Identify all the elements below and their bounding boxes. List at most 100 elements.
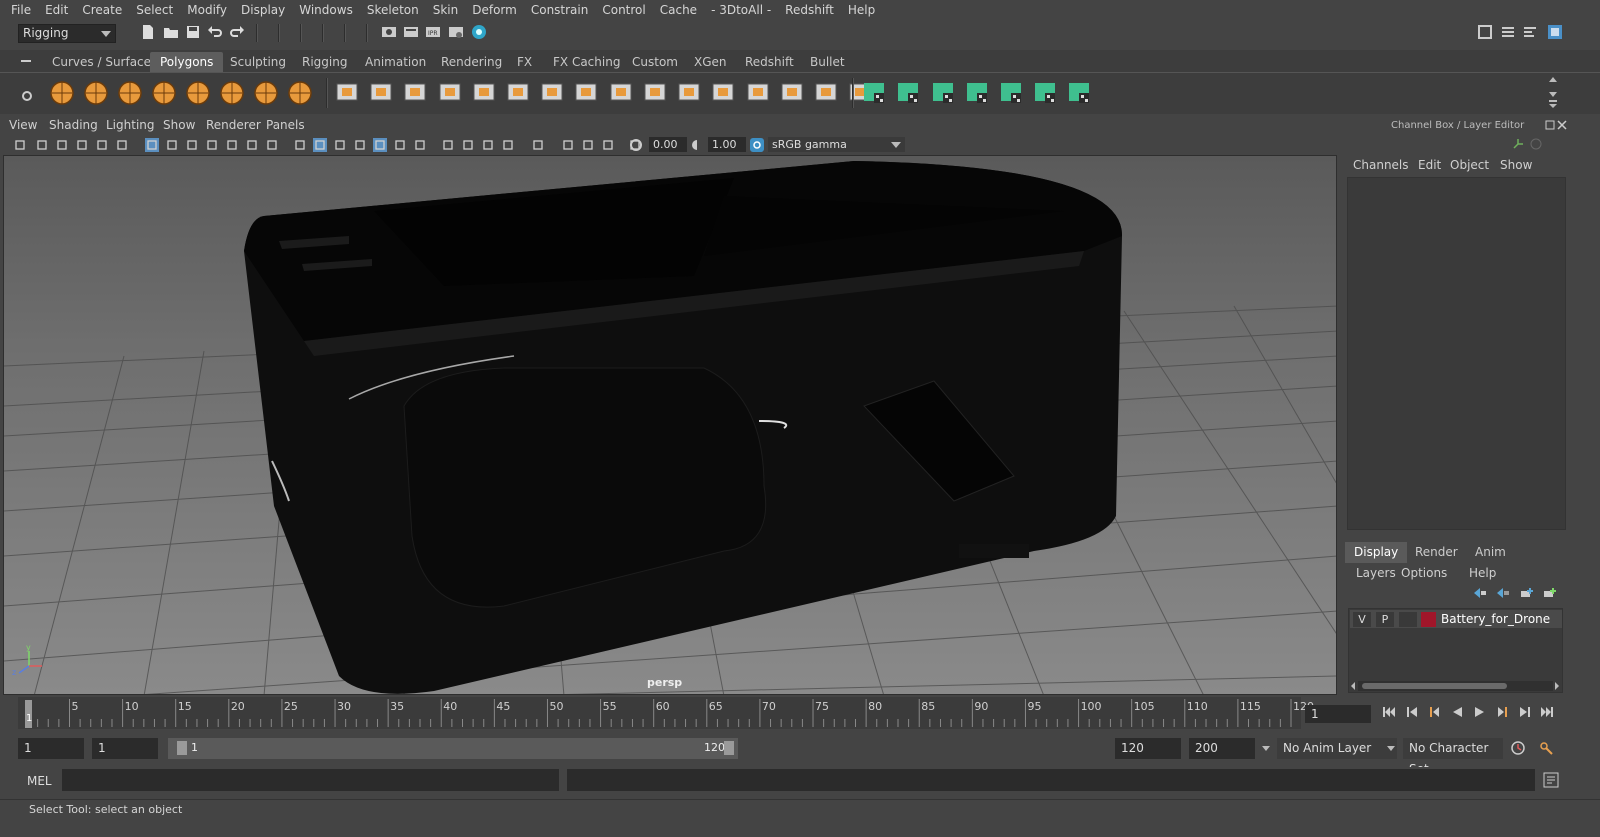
layer-horizontal-scrollbar[interactable] xyxy=(1358,681,1553,691)
modeling-toolkit-icon[interactable] xyxy=(1477,24,1493,40)
uv-cylindrical-icon[interactable] xyxy=(894,78,922,106)
viewport-menu-lighting[interactable]: Lighting xyxy=(106,118,155,132)
reduce-icon[interactable] xyxy=(470,78,498,106)
anti-aliasing-icon[interactable] xyxy=(481,138,495,152)
viewport-menu-panels[interactable]: Panels xyxy=(266,118,305,132)
3d-viewport[interactable]: y z xyxy=(3,155,1337,695)
menu-3dtoall[interactable]: - 3DtoAll - xyxy=(704,0,778,20)
render-frame-icon[interactable] xyxy=(403,24,419,40)
new-layer-icon[interactable] xyxy=(1520,587,1534,599)
channel-box-menu-show[interactable]: Show xyxy=(1500,158,1532,172)
playback-start-field[interactable]: 1 xyxy=(92,738,158,759)
bridge-icon[interactable] xyxy=(538,78,566,106)
menu-file[interactable]: File xyxy=(4,0,38,20)
auto-key-icon[interactable] xyxy=(1510,740,1526,756)
resolution-gate-icon[interactable] xyxy=(185,138,199,152)
menu-redshift[interactable]: Redshift xyxy=(778,0,841,20)
range-end-handle[interactable] xyxy=(724,741,734,755)
layer-menu-help[interactable]: Help xyxy=(1469,566,1496,580)
bookmark-icon[interactable] xyxy=(55,138,69,152)
layer-playback-toggle[interactable]: P xyxy=(1376,612,1394,627)
anim-layer-dropdown[interactable]: No Anim Layer xyxy=(1277,738,1397,759)
poly-cylinder-icon[interactable] xyxy=(116,78,144,106)
step-back-key-icon[interactable] xyxy=(1427,705,1441,719)
grid-icon[interactable] xyxy=(145,138,159,152)
go-to-end-icon[interactable] xyxy=(1540,705,1554,719)
open-scene-icon[interactable] xyxy=(163,24,179,40)
gate-mask-icon[interactable] xyxy=(205,138,219,152)
channel-box-icon[interactable] xyxy=(1547,24,1563,40)
new-scene-icon[interactable] xyxy=(140,24,156,40)
poly-pyramid-icon[interactable] xyxy=(252,78,280,106)
safe-action-icon[interactable] xyxy=(245,138,259,152)
range-slider[interactable] xyxy=(168,738,738,759)
channel-box-menu-channels[interactable]: Channels xyxy=(1353,158,1409,172)
speed-icon[interactable] xyxy=(1530,138,1542,150)
film-gate-icon[interactable] xyxy=(165,138,179,152)
step-forward-frame-icon[interactable] xyxy=(1518,705,1532,719)
redo-icon[interactable] xyxy=(229,24,245,40)
tab-anim[interactable]: Anim xyxy=(1466,542,1515,563)
tab-render[interactable]: Render xyxy=(1406,542,1467,563)
bevel-icon[interactable] xyxy=(572,78,600,106)
offset-loop-icon[interactable] xyxy=(778,78,806,106)
wireframe-on-shaded-icon[interactable] xyxy=(353,138,367,152)
poly-sphere-icon[interactable] xyxy=(48,78,76,106)
target-weld-icon[interactable] xyxy=(641,78,669,106)
quad-draw-icon[interactable] xyxy=(675,78,703,106)
mirror-icon[interactable] xyxy=(401,78,429,106)
uv-automatic-icon[interactable] xyxy=(963,78,991,106)
layer-name[interactable]: Battery_for_Drone xyxy=(1441,612,1550,626)
shelf-tab-custom[interactable]: Custom xyxy=(622,52,688,72)
viewport-menu-show[interactable]: Show xyxy=(163,118,195,132)
move-layer-up-icon[interactable] xyxy=(1473,587,1487,599)
menu-deform[interactable]: Deform xyxy=(465,0,524,20)
menu-help[interactable]: Help xyxy=(841,0,882,20)
animation-preferences-icon[interactable] xyxy=(1538,740,1554,756)
new-layer-selected-icon[interactable] xyxy=(1543,587,1557,599)
screen-space-ambient-occlusion-icon[interactable] xyxy=(441,138,455,152)
tool-settings-icon[interactable] xyxy=(1522,24,1538,40)
combine-icon[interactable] xyxy=(333,78,361,106)
select-camera-icon[interactable] xyxy=(13,138,27,152)
shelf-tab-curves-surfaces[interactable]: Curves / Surfaces xyxy=(42,52,167,72)
isolate-select-icon[interactable] xyxy=(531,138,545,152)
use-all-lights-icon[interactable] xyxy=(393,138,407,152)
go-to-start-icon[interactable] xyxy=(1382,705,1396,719)
uv-unfold-icon[interactable] xyxy=(997,78,1025,106)
menu-modify[interactable]: Modify xyxy=(180,0,234,20)
close-icon[interactable] xyxy=(1557,120,1567,130)
viewport-menu-view[interactable]: View xyxy=(9,118,37,132)
shelf-settings-gear-icon[interactable] xyxy=(21,90,33,102)
uv-layout-icon[interactable] xyxy=(1065,78,1093,106)
menu-edit[interactable]: Edit xyxy=(38,0,75,20)
manipulator-icon[interactable] xyxy=(1512,138,1524,150)
menu-skin[interactable]: Skin xyxy=(426,0,466,20)
attribute-editor-icon[interactable] xyxy=(1500,24,1516,40)
step-back-frame-icon[interactable] xyxy=(1405,705,1419,719)
field-chart-icon[interactable] xyxy=(225,138,239,152)
shelf-tab-rigging[interactable]: Rigging xyxy=(292,52,357,72)
shelf-tab-fx-caching[interactable]: FX Caching xyxy=(543,52,630,72)
layer-menu-options[interactable]: Options xyxy=(1401,566,1447,580)
menu-constrain[interactable]: Constrain xyxy=(524,0,596,20)
shelf-tab-polygons[interactable]: Polygons xyxy=(150,52,224,72)
gamma-icon[interactable] xyxy=(690,138,704,152)
menu-set-dropdown[interactable]: Rigging xyxy=(18,24,116,43)
edge-loop-icon[interactable] xyxy=(709,78,737,106)
channel-box-menu-edit[interactable]: Edit xyxy=(1418,158,1441,172)
viewport-menu-shading[interactable]: Shading xyxy=(49,118,98,132)
xray-joints-icon[interactable] xyxy=(601,138,615,152)
wireframe-icon[interactable] xyxy=(293,138,307,152)
menu-select[interactable]: Select xyxy=(129,0,180,20)
command-input[interactable] xyxy=(62,769,559,791)
xray-icon[interactable] xyxy=(561,138,575,152)
uv-planar-icon[interactable] xyxy=(860,78,888,106)
animation-end-field[interactable]: 200 xyxy=(1189,738,1255,759)
range-start-handle[interactable] xyxy=(177,741,187,755)
character-set-dropdown[interactable]: No Character Set xyxy=(1403,738,1503,776)
render-settings-icon[interactable] xyxy=(448,24,464,40)
grease-pencil-icon[interactable] xyxy=(115,138,129,152)
insert-loop-icon[interactable] xyxy=(744,78,772,106)
menu-control[interactable]: Control xyxy=(595,0,652,20)
